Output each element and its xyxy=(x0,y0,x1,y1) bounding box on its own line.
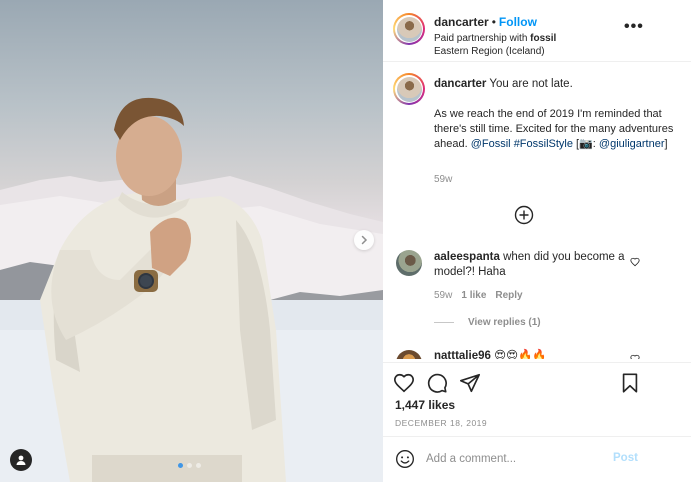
reply-button[interactable]: Reply xyxy=(495,290,522,301)
carousel-dot xyxy=(196,463,201,468)
share-icon[interactable] xyxy=(459,372,481,394)
comment-timestamp[interactable]: 59w xyxy=(434,290,452,301)
view-replies-label: View replies (1) xyxy=(468,317,541,328)
comment-icon[interactable] xyxy=(426,372,448,394)
photo-scene xyxy=(0,97,383,482)
paid-partnership-label: Paid partnership with fossil xyxy=(434,33,556,44)
more-options-button[interactable]: ••• xyxy=(624,19,644,35)
emoji-icon[interactable] xyxy=(395,449,415,469)
author-username[interactable]: dancarter xyxy=(434,15,489,29)
caption-title: You are not late. xyxy=(489,78,573,90)
profile-picture xyxy=(396,76,422,102)
caption-body: As we reach the end of 2019 I'm reminded… xyxy=(434,107,674,152)
paid-partnership-prefix: Paid partnership with xyxy=(434,33,528,44)
comment-likes[interactable]: 1 like xyxy=(461,290,486,301)
commenter-username[interactable]: aaleespanta xyxy=(434,251,500,263)
comment-text: 😍😍🔥🔥 xyxy=(494,350,547,359)
comment-text-block: natttalie96 😍😍🔥🔥 xyxy=(434,348,547,359)
profile-picture xyxy=(396,16,422,42)
commenter-username[interactable]: natttalie96 xyxy=(434,350,491,359)
author-line: dancarter • Follow xyxy=(434,15,537,29)
mention-photographer[interactable]: @giuligartner xyxy=(599,138,665,150)
camera-bracket-close: ] xyxy=(664,138,668,150)
comment-text-block: aaleespanta when did you become a model?… xyxy=(434,250,634,280)
caption-first-line: dancarter You are not late. xyxy=(434,77,662,92)
commenter-avatar[interactable] xyxy=(396,350,422,359)
tagged-people-button[interactable] xyxy=(10,449,32,471)
camera-bracket-open: [📷: xyxy=(576,138,596,150)
carousel-dot xyxy=(187,463,192,468)
hashtag-fossilstyle[interactable]: #FossilStyle xyxy=(514,138,573,150)
heart-icon[interactable] xyxy=(393,372,415,394)
caption-timestamp[interactable]: 59w xyxy=(434,174,452,185)
replies-divider xyxy=(434,322,454,323)
caption-avatar[interactable] xyxy=(393,73,425,105)
user-icon xyxy=(16,455,26,465)
post-date[interactable]: DECEMBER 18, 2019 xyxy=(395,418,487,428)
partner-link[interactable]: fossil xyxy=(530,33,556,44)
comments-area[interactable]: dancarter You are not late. As we reach … xyxy=(383,63,691,359)
view-replies-button[interactable]: View replies (1) xyxy=(434,317,541,328)
post-photo[interactable] xyxy=(0,0,383,482)
follow-button[interactable]: Follow xyxy=(499,15,537,29)
post-comment-button[interactable]: Post xyxy=(613,452,638,464)
author-avatar[interactable] xyxy=(393,13,425,45)
bookmark-icon[interactable] xyxy=(619,372,641,394)
caption-username[interactable]: dancarter xyxy=(434,78,486,90)
chevron-right-icon xyxy=(361,235,368,245)
heart-icon[interactable] xyxy=(630,354,640,359)
commenter-avatar[interactable] xyxy=(396,250,422,276)
likes-count[interactable]: 1,447 likes xyxy=(395,398,455,412)
heart-icon[interactable] xyxy=(630,257,640,267)
post-sidebar: dancarter • Follow Paid partnership with f… xyxy=(383,0,691,482)
post-header: dancarter • Follow Paid partnership with f… xyxy=(383,0,691,62)
carousel-dot xyxy=(178,463,183,468)
comment-input[interactable] xyxy=(426,449,626,469)
mention-fossil[interactable]: @Fossil xyxy=(471,138,511,150)
comment-meta: 59w 1 like Reply xyxy=(434,290,523,301)
location-link[interactable]: Eastern Region (Iceland) xyxy=(434,46,545,57)
post-actions: 1,447 likes DECEMBER 18, 2019 xyxy=(383,362,691,434)
add-comment-bar: Post xyxy=(383,436,691,482)
separator-dot: • xyxy=(491,15,496,29)
carousel-indicators xyxy=(178,463,201,468)
next-slide-button[interactable] xyxy=(354,230,374,250)
load-more-comments-icon[interactable] xyxy=(514,205,534,225)
